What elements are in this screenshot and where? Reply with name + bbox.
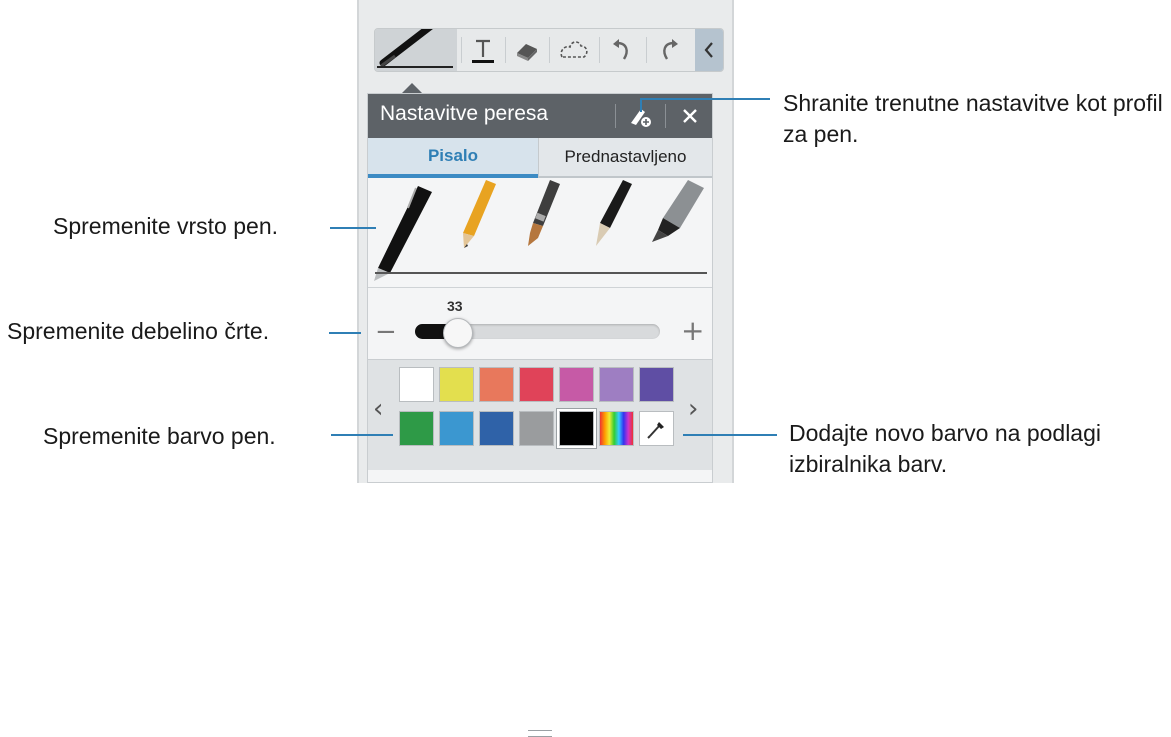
color-picker-button[interactable] — [639, 411, 674, 446]
text-icon — [472, 39, 494, 63]
color-swatch[interactable] — [559, 367, 594, 402]
callout-line — [331, 434, 393, 436]
eraser-icon — [517, 44, 537, 61]
color-swatch[interactable] — [519, 367, 554, 402]
pen-preview-stroke — [375, 272, 707, 274]
marker-icon[interactable] — [652, 180, 704, 242]
panel-resize-handle[interactable] — [528, 730, 552, 737]
selection-tool-button[interactable] — [549, 29, 599, 71]
panel-pointer — [402, 83, 422, 93]
eraser-tool-button[interactable] — [505, 29, 549, 71]
callout-save-profile: Shranite trenutne nastavitve kot profil … — [783, 90, 1163, 147]
callout-line — [683, 434, 777, 436]
increase-size-button[interactable]: + — [681, 314, 704, 347]
text-tool-button[interactable] — [461, 29, 505, 71]
tab-prednastavljeno[interactable]: Prednastavljeno — [538, 138, 712, 178]
pen-size-value: 33 — [447, 298, 463, 314]
color-swatch[interactable] — [479, 367, 514, 402]
lasso-selection-icon — [560, 41, 588, 58]
chevron-left-icon — [704, 42, 713, 58]
undo-button[interactable] — [599, 29, 645, 71]
color-swatch[interactable] — [439, 367, 474, 402]
color-swatch[interactable] — [639, 367, 674, 402]
callout-color: Spremenite barvo pen. — [43, 423, 276, 449]
redo-button[interactable] — [646, 29, 692, 71]
callout-pen-type: Spremenite vrsto pen. — [53, 213, 279, 239]
callout-add-color: Dodajte novo barvo na podlagi izbiralnik… — [789, 420, 1102, 477]
callout-line — [640, 98, 770, 100]
panel-title: Nastavitve peresa — [380, 102, 549, 125]
color-swatch-spectrum[interactable] — [599, 411, 634, 446]
color-swatch[interactable] — [599, 367, 634, 402]
palette-next-button[interactable]: › — [688, 394, 698, 424]
header-divider — [615, 104, 616, 128]
pencil-icon[interactable] — [463, 180, 496, 248]
color-swatch[interactable] — [439, 411, 474, 446]
header-divider — [665, 104, 666, 128]
undo-icon — [613, 39, 628, 60]
pen-tool-button[interactable] — [375, 29, 457, 71]
color-swatch[interactable] — [557, 409, 596, 448]
palette-prev-button[interactable]: ‹ — [373, 394, 383, 424]
close-icon — [683, 109, 697, 123]
ballpoint-pen-icon[interactable] — [374, 186, 432, 281]
section-divider — [368, 287, 712, 288]
callout-line — [329, 332, 361, 334]
pen-tabs: Pisalo Prednastavljeno — [368, 138, 712, 178]
color-swatch[interactable] — [399, 367, 434, 402]
close-panel-button[interactable] — [668, 94, 712, 138]
callout-thickness: Spremenite debelino črte. — [7, 318, 270, 344]
calligraphy-brush-icon[interactable] — [596, 180, 632, 246]
pen-icon — [377, 29, 453, 68]
callout-line — [640, 98, 642, 112]
color-swatch[interactable] — [479, 411, 514, 446]
color-palette: ‹ › — [368, 359, 712, 737]
drawing-toolbar — [374, 28, 724, 72]
callout-line — [330, 227, 376, 229]
redo-icon — [663, 39, 678, 60]
toolbar-collapse-button[interactable] — [695, 29, 723, 71]
brush-icon[interactable] — [528, 180, 560, 246]
color-swatch[interactable] — [399, 411, 434, 446]
pen-settings-panel: Nastavitve peresa Pisalo Prednastavljeno — [367, 93, 713, 737]
panel-header: Nastavitve peresa — [368, 94, 712, 138]
pen-size-slider-thumb[interactable] — [443, 318, 473, 348]
decrease-size-button[interactable]: − — [375, 317, 397, 347]
eyedropper-icon — [647, 422, 664, 439]
tab-pisalo[interactable]: Pisalo — [368, 138, 538, 178]
color-swatch[interactable] — [519, 411, 554, 446]
